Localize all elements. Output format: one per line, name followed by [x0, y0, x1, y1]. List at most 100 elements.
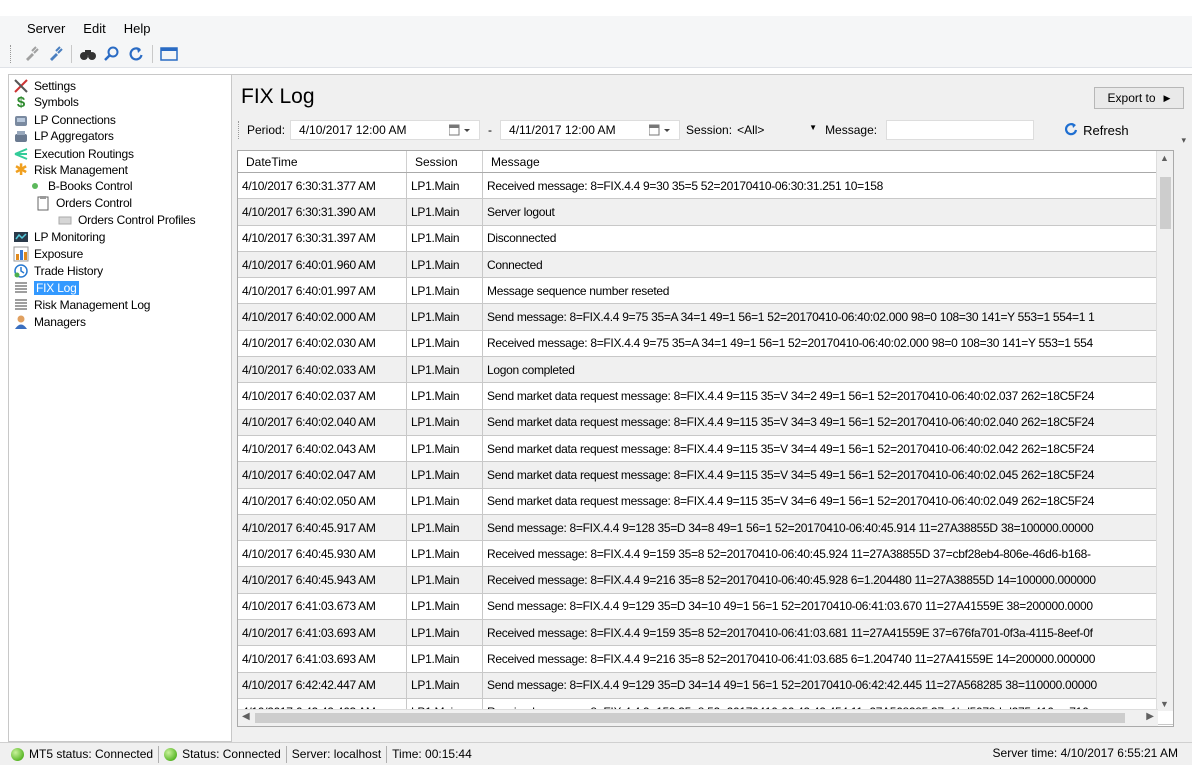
sidebar-item-symbols[interactable]: $ Symbols [13, 94, 79, 111]
sidebar-item-lp-monitoring[interactable]: LP Monitoring [13, 229, 105, 245]
table-row[interactable]: 4/10/2017 6:40:01.960 AM LP1.Main Connecte… [238, 251, 1173, 279]
table-row[interactable]: 4/10/2017 6:40:02.033 AM LP1.Main Logon co… [238, 357, 1173, 384]
binoculars-icon[interactable] [78, 44, 98, 64]
table-row[interactable]: 4/10/2017 6:40:02.047 AM LP1.Main Send mar… [238, 462, 1173, 489]
table-row[interactable]: 4/10/2017 6:40:02.043 AM LP1.Main Send mar… [238, 435, 1173, 463]
cell-session: LP1.Main [407, 514, 483, 541]
cell-session: LP1.Main [407, 435, 483, 462]
horizontal-scroll-thumb[interactable] [255, 713, 1125, 723]
scroll-down-icon[interactable]: ▼ [1160, 699, 1169, 709]
table-row[interactable]: 4/10/2017 6:41:03.673 AM LP1.Main Send mes… [238, 593, 1173, 621]
sidebar-item-trade-history[interactable]: Trade History [13, 263, 103, 279]
navigation-tree[interactable]: Settings $ Symbols LP Connections LP Agg… [8, 74, 232, 742]
cell-message: Send market data request message: 8=FIX.… [483, 410, 1173, 435]
scroll-left-icon[interactable]: ◀ [242, 711, 250, 722]
cell-datetime: 4/10/2017 6:40:02.043 AM [238, 435, 407, 462]
message-filter-input[interactable] [886, 120, 1035, 140]
vertical-scrollbar[interactable]: ▲ ▼ [1156, 151, 1173, 711]
menu-bar: Server Edit Help [0, 16, 1192, 40]
search-icon[interactable] [102, 44, 122, 64]
table-row[interactable]: 4/10/2017 6:40:45.930 AM LP1.Main Received… [238, 541, 1173, 568]
refresh-label: Refresh [1083, 122, 1129, 138]
table-row[interactable]: 4/10/2017 6:41:03.693 AM LP1.Main Received… [238, 620, 1173, 647]
disconnect-plug-icon[interactable] [45, 44, 65, 64]
cell-message: Send message: 8=FIX.4.4 9=128 35=D 34=8 … [483, 515, 1173, 540]
table-row[interactable]: 4/10/2017 6:40:45.917 AM LP1.Main Send mes… [238, 514, 1173, 542]
table-row[interactable]: 4/10/2017 6:30:31.397 AM LP1.Main Disconne… [238, 225, 1173, 252]
refresh-icon[interactable] [126, 44, 146, 64]
refresh-button[interactable]: Refresh [1064, 122, 1129, 139]
cell-datetime: 4/10/2017 6:40:02.040 AM [238, 409, 407, 435]
cell-message: Received message: 8=FIX.4.4 9=75 35=A 34… [483, 331, 1173, 356]
sidebar-item-orders-control-profiles[interactable]: Orders Control Profiles [57, 212, 196, 228]
table-row[interactable]: 4/10/2017 6:40:01.997 AM LP1.Main Message … [238, 278, 1173, 305]
calendar-dropdown-icon[interactable] [449, 124, 473, 136]
sidebar-item-label: B-Books Control [48, 179, 133, 193]
sidebar-item-exposure[interactable]: Exposure [13, 246, 83, 262]
table-row[interactable]: 4/10/2017 6:41:03.693 AM LP1.Main Received… [238, 646, 1173, 673]
scroll-up-icon[interactable]: ▲ [1160, 153, 1169, 163]
sidebar-item-b-books-control[interactable]: B-Books Control [27, 178, 133, 194]
table-row[interactable]: 4/10/2017 6:40:02.037 AM LP1.Main Send mar… [238, 383, 1173, 410]
cell-message: Send market data request message: 8=FIX.… [483, 489, 1173, 514]
vertical-scroll-thumb[interactable] [1160, 177, 1171, 229]
sidebar-item-fix-log[interactable]: FIX Log [13, 280, 79, 296]
calendar-dropdown-icon[interactable] [649, 124, 673, 136]
connect-plug-icon[interactable] [21, 44, 41, 64]
horizontal-scrollbar[interactable]: ◀ ▶ [238, 709, 1158, 726]
period-to-picker[interactable]: 4/11/2017 12:00 AM [500, 120, 681, 140]
cell-datetime: 4/10/2017 6:40:02.030 AM [238, 330, 407, 357]
lp-connections-icon [13, 112, 29, 128]
log-table[interactable]: DateTime Session Message 4/10/2017 6:30:… [237, 150, 1174, 727]
log-icon [13, 297, 29, 313]
sidebar-item-lp-connections[interactable]: LP Connections [13, 112, 116, 128]
filter-grip[interactable] [238, 121, 241, 139]
overflow-chevron-icon[interactable]: ▾ [1181, 135, 1186, 146]
history-icon [13, 263, 29, 279]
table-row[interactable]: 4/10/2017 6:40:02.050 AM LP1.Main Send mar… [238, 488, 1173, 515]
sidebar-item-lp-aggregators[interactable]: LP Aggregators [13, 128, 114, 144]
menu-help[interactable]: Help [124, 21, 151, 36]
cell-datetime: 4/10/2017 6:41:03.693 AM [238, 646, 407, 672]
sidebar-item-risk-management-log[interactable]: Risk Management Log [13, 297, 150, 313]
sidebar-item-execution-routings[interactable]: Execution Routings [13, 146, 134, 162]
cell-session: LP1.Main [407, 488, 483, 514]
scroll-right-icon[interactable]: ▶ [1146, 711, 1154, 722]
sidebar-item-managers[interactable]: Managers [13, 314, 86, 330]
sidebar-item-label: Orders Control Profiles [78, 213, 196, 227]
chevron-right-icon: ▶ [1163, 92, 1171, 103]
cell-session: LP1.Main [407, 383, 483, 409]
period-from-picker[interactable]: 4/10/2017 12:00 AM [290, 120, 481, 140]
table-row[interactable]: 4/10/2017 6:40:02.030 AM LP1.Main Received… [238, 330, 1173, 358]
cell-session: LP1.Main [407, 620, 483, 646]
connection-status: Status: Connected [159, 745, 287, 763]
cell-session: LP1.Main [407, 251, 483, 278]
menu-server[interactable]: Server [27, 21, 65, 36]
period-from-value: 4/10/2017 12:00 AM [299, 123, 407, 137]
window-icon[interactable] [159, 44, 179, 64]
menu-edit[interactable]: Edit [83, 21, 105, 36]
cell-message: Send message: 8=FIX.4.4 9=75 35=A 34=1 4… [483, 304, 1173, 329]
toolbar-grip[interactable] [10, 44, 13, 63]
cell-message: Server logout [483, 199, 1173, 224]
table-row[interactable]: 4/10/2017 6:40:02.000 AM LP1.Main Send mes… [238, 304, 1173, 331]
table-row[interactable]: 4/10/2017 6:40:45.943 AM LP1.Main Received… [238, 567, 1173, 594]
table-row[interactable]: 4/10/2017 6:30:31.377 AM LP1.Main Received… [238, 173, 1173, 200]
session-select[interactable]: <All> ▼ [737, 123, 817, 137]
chevron-down-icon: ▼ [809, 123, 818, 132]
cell-datetime: 4/10/2017 6:30:31.390 AM [238, 199, 407, 225]
sidebar-item-risk-management[interactable]: ✱ Risk Management [13, 162, 128, 179]
table-row[interactable]: 4/10/2017 6:30:31.390 AM LP1.Main Server l… [238, 199, 1173, 226]
period-to-value: 4/11/2017 12:00 AM [509, 123, 616, 137]
column-header-datetime[interactable]: DateTime [238, 151, 407, 172]
table-row[interactable]: 4/10/2017 6:40:02.040 AM LP1.Main Send mar… [238, 409, 1173, 436]
sidebar-item-label: Trade History [34, 264, 103, 278]
mt5-status: MT5 status: Connected [6, 745, 160, 763]
sidebar-item-settings[interactable]: Settings [13, 78, 76, 94]
column-header-message[interactable]: Message [483, 151, 1173, 172]
cell-message: Received message: 8=FIX.4.4 9=159 35=8 5… [483, 620, 1173, 645]
export-to-button[interactable]: Export to ▶ [1094, 87, 1184, 109]
table-row[interactable]: 4/10/2017 6:42:42.447 AM LP1.Main Send mes… [238, 672, 1173, 699]
column-header-session[interactable]: Session [407, 151, 483, 172]
sidebar-item-orders-control[interactable]: Orders Control [35, 195, 132, 211]
